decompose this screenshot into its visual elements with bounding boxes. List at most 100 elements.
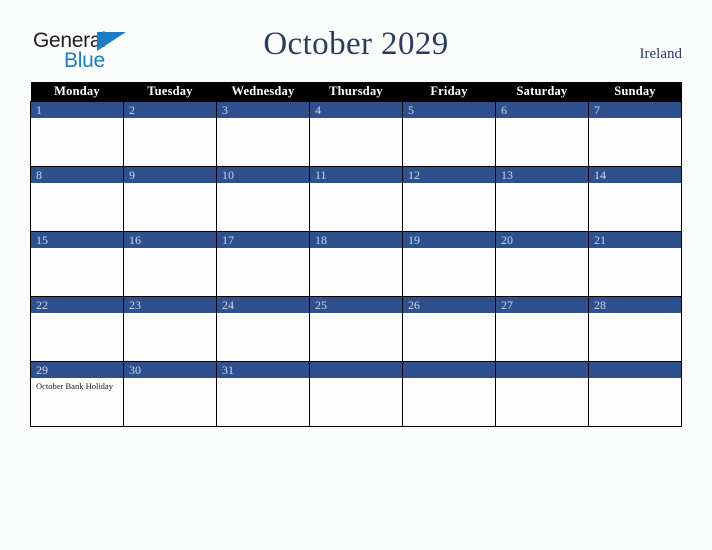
day-events xyxy=(589,248,681,251)
day-events xyxy=(496,118,588,121)
calendar-empty-cell[interactable] xyxy=(402,361,496,427)
day-events xyxy=(31,183,123,186)
day-events xyxy=(589,313,681,316)
calendar-day-cell[interactable]: 22 xyxy=(30,296,124,362)
calendar-day-cell[interactable]: 21 xyxy=(588,231,682,297)
day-number: 3 xyxy=(217,102,309,118)
weekday-header-monday: Monday xyxy=(30,82,124,102)
calendar-empty-cell[interactable] xyxy=(588,361,682,427)
weekday-header-tuesday: Tuesday xyxy=(123,82,217,102)
calendar-day-cell[interactable]: 8 xyxy=(30,166,124,232)
day-number: 29 xyxy=(31,362,123,378)
day-number: 15 xyxy=(31,232,123,248)
day-number: 6 xyxy=(496,102,588,118)
calendar-day-cell[interactable]: 27 xyxy=(495,296,589,362)
day-number: 11 xyxy=(310,167,402,183)
day-number: 30 xyxy=(124,362,216,378)
day-events xyxy=(124,378,216,381)
calendar-day-cell[interactable]: 7 xyxy=(588,101,682,167)
day-events xyxy=(496,248,588,251)
day-events xyxy=(31,118,123,121)
calendar-week-row: 8 9 10 11 12 13 14 xyxy=(30,166,682,232)
day-number: 24 xyxy=(217,297,309,313)
day-events xyxy=(124,183,216,186)
day-events xyxy=(403,248,495,251)
calendar-day-cell[interactable]: 14 xyxy=(588,166,682,232)
calendar-week-row: 22 23 24 25 26 27 28 xyxy=(30,296,682,362)
calendar-day-cell[interactable]: 5 xyxy=(402,101,496,167)
day-events xyxy=(589,183,681,186)
calendar-day-cell[interactable]: 17 xyxy=(216,231,310,297)
day-events xyxy=(124,248,216,251)
day-events xyxy=(217,378,309,381)
calendar-page: General Blue October 2029 Ireland Monday… xyxy=(0,0,712,550)
weekday-header-thursday: Thursday xyxy=(309,82,403,102)
day-events xyxy=(496,313,588,316)
day-number: 17 xyxy=(217,232,309,248)
day-number: 13 xyxy=(496,167,588,183)
calendar-day-cell[interactable]: 11 xyxy=(309,166,403,232)
calendar-day-cell[interactable]: 15 xyxy=(30,231,124,297)
calendar-day-cell[interactable]: 26 xyxy=(402,296,496,362)
calendar-day-cell[interactable]: 9 xyxy=(123,166,217,232)
day-events xyxy=(496,183,588,186)
day-number xyxy=(589,362,681,378)
day-events xyxy=(589,118,681,121)
calendar-day-cell[interactable]: 3 xyxy=(216,101,310,167)
day-events xyxy=(310,248,402,251)
day-number: 14 xyxy=(589,167,681,183)
day-events xyxy=(124,313,216,316)
calendar-day-cell[interactable]: 1 xyxy=(30,101,124,167)
day-number: 26 xyxy=(403,297,495,313)
day-number: 5 xyxy=(403,102,495,118)
calendar-day-cell[interactable]: 20 xyxy=(495,231,589,297)
day-number: 27 xyxy=(496,297,588,313)
calendar-day-cell[interactable]: 31 xyxy=(216,361,310,427)
day-number: 16 xyxy=(124,232,216,248)
day-number: 2 xyxy=(124,102,216,118)
region-label: Ireland xyxy=(639,46,682,62)
day-number: 31 xyxy=(217,362,309,378)
calendar-day-cell[interactable]: 29 October Bank Holiday xyxy=(30,361,124,427)
weekday-header-saturday: Saturday xyxy=(495,82,589,102)
day-events xyxy=(217,183,309,186)
calendar-day-cell[interactable]: 18 xyxy=(309,231,403,297)
day-number: 8 xyxy=(31,167,123,183)
calendar-day-cell[interactable]: 13 xyxy=(495,166,589,232)
calendar-day-cell[interactable]: 19 xyxy=(402,231,496,297)
day-number: 19 xyxy=(403,232,495,248)
calendar-day-cell[interactable]: 30 xyxy=(123,361,217,427)
day-events xyxy=(589,378,681,381)
page-title: October 2029 xyxy=(263,26,449,62)
calendar-day-cell[interactable]: 4 xyxy=(309,101,403,167)
day-events xyxy=(217,248,309,251)
calendar-day-cell[interactable]: 2 xyxy=(123,101,217,167)
day-events xyxy=(217,118,309,121)
calendar-day-cell[interactable]: 12 xyxy=(402,166,496,232)
calendar-day-cell[interactable]: 6 xyxy=(495,101,589,167)
calendar-day-cell[interactable]: 25 xyxy=(309,296,403,362)
calendar-grid: Monday Tuesday Wednesday Thursday Friday… xyxy=(30,82,682,427)
calendar-day-cell[interactable]: 23 xyxy=(123,296,217,362)
day-events xyxy=(310,378,402,381)
calendar-week-row: 29 October Bank Holiday 30 31 xyxy=(30,361,682,427)
calendar-week-row: 1234567 xyxy=(30,101,682,167)
day-number: 4 xyxy=(310,102,402,118)
calendar-day-cell[interactable]: 28 xyxy=(588,296,682,362)
day-number: 9 xyxy=(124,167,216,183)
calendar-day-cell[interactable]: 24 xyxy=(216,296,310,362)
calendar-empty-cell[interactable] xyxy=(309,361,403,427)
calendar-empty-cell[interactable] xyxy=(495,361,589,427)
page-header: General Blue October 2029 Ireland xyxy=(0,0,712,82)
day-events xyxy=(403,313,495,316)
weekday-header-friday: Friday xyxy=(402,82,496,102)
day-number: 18 xyxy=(310,232,402,248)
calendar-day-cell[interactable]: 10 xyxy=(216,166,310,232)
day-number xyxy=(310,362,402,378)
day-events xyxy=(496,378,588,381)
calendar-day-cell[interactable]: 16 xyxy=(123,231,217,297)
day-events: October Bank Holiday xyxy=(31,378,123,392)
day-events xyxy=(403,378,495,381)
day-number: 23 xyxy=(124,297,216,313)
day-events xyxy=(31,248,123,251)
